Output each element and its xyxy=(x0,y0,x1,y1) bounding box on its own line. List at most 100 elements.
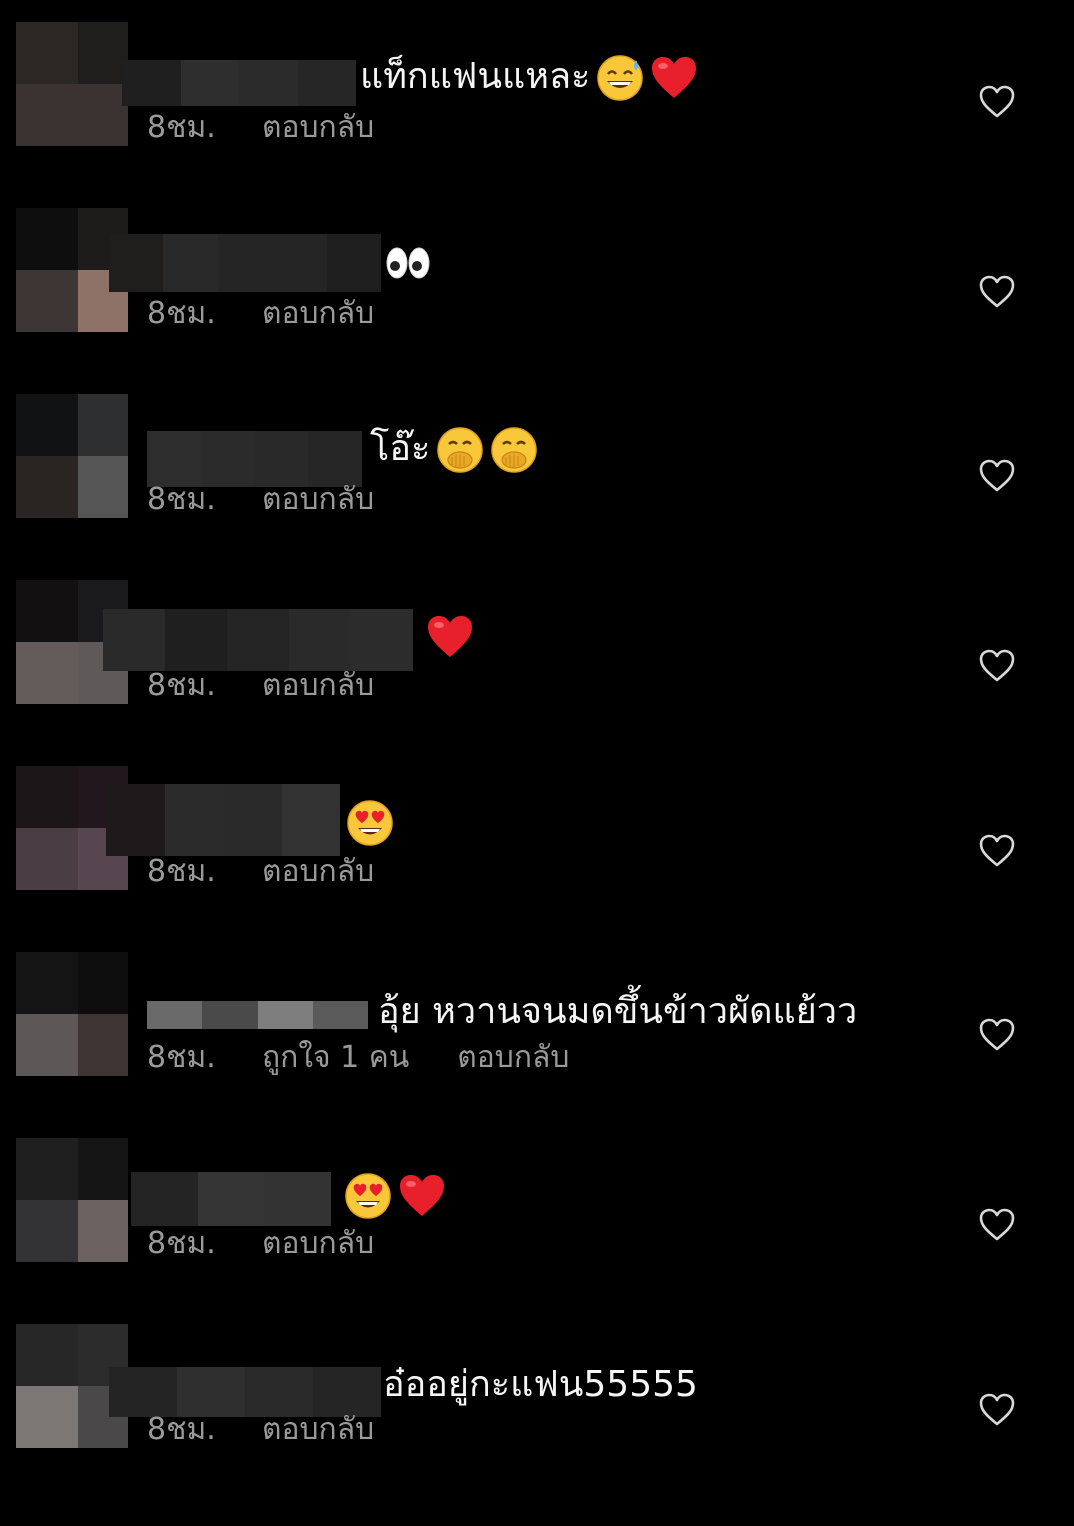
comment-item: แท็กแฟนแหละ 8ชม. ตอบกลับ xyxy=(0,0,1074,186)
comment-item: 8ชม. ตอบกลับ xyxy=(0,1116,1074,1302)
like-heart-outline-icon[interactable] xyxy=(978,648,1016,684)
like-heart-outline-icon[interactable] xyxy=(978,1392,1016,1428)
comment-meta: 8ชม. ตอบกลับ xyxy=(147,104,374,151)
username-redacted[interactable] xyxy=(106,784,340,856)
comment-timestamp: 8ชม. xyxy=(147,1226,216,1261)
avatar-blur-tile xyxy=(16,1014,78,1076)
username-blur-tile xyxy=(163,234,218,292)
comment-text: อ๋ออยู่กะแฟน55555 xyxy=(383,1362,698,1408)
emoji-red-heart xyxy=(650,55,698,101)
username-blur-tile xyxy=(257,1001,313,1029)
reply-button[interactable]: ตอบกลับ xyxy=(262,290,374,337)
username-blur-tile xyxy=(223,784,282,856)
avatar-blur-tile xyxy=(16,394,78,456)
avatar-blur-tile xyxy=(16,270,78,332)
emoji-eyes xyxy=(384,243,432,283)
comment-text xyxy=(384,239,432,285)
avatar[interactable] xyxy=(16,1138,128,1262)
reply-button[interactable]: ตอบกลับ xyxy=(262,1220,374,1267)
like-heart-outline-icon[interactable] xyxy=(978,84,1016,120)
username-blur-tile xyxy=(281,784,340,856)
comment-timestamp: 8ชม. xyxy=(147,1040,216,1075)
avatar[interactable] xyxy=(16,22,128,146)
reply-button[interactable]: ตอบกลับ xyxy=(262,848,374,895)
comment-timestamp: 8ชม. xyxy=(147,854,216,889)
avatar-blur-tile xyxy=(16,766,78,828)
like-heart-outline-icon[interactable] xyxy=(978,833,1016,869)
comment-item: อ๋ออยู่กะแฟน55555 8ชม. ตอบกลับ xyxy=(0,1302,1074,1488)
avatar-blur-tile xyxy=(16,1324,78,1386)
comment-meta: 8ชม. ตอบกลับ xyxy=(147,1220,374,1267)
reply-button[interactable]: ตอบกลับ xyxy=(262,476,374,523)
username-blur-tile xyxy=(122,60,181,106)
avatar-blur-tile xyxy=(16,1138,78,1200)
comment-timestamp: 8ชม. xyxy=(147,668,216,703)
like-count-link[interactable]: ถูกใจ 1 คน xyxy=(262,1034,409,1081)
avatar-blur-tile xyxy=(78,1200,128,1262)
emoji-face-hand-over-mouth xyxy=(436,426,484,474)
like-heart-outline-icon[interactable] xyxy=(978,1207,1016,1243)
username-redacted[interactable] xyxy=(109,234,382,292)
emoji-red-heart xyxy=(398,1173,446,1219)
avatar-blur-tile xyxy=(16,22,78,84)
username-blur-tile xyxy=(217,234,273,292)
comment-body: โอ๊ะ xyxy=(370,428,431,469)
comment-meta: 8ชม. ตอบกลับ xyxy=(147,476,374,523)
reply-button[interactable]: ตอบกลับ xyxy=(262,1406,374,1453)
username-blur-tile xyxy=(109,234,164,292)
username-blur-tile xyxy=(297,60,356,106)
comment-item: โอ๊ะ 8ชม. ตอบกลับ xyxy=(0,372,1074,558)
reply-button[interactable]: ตอบกลับ xyxy=(262,104,374,151)
username-redacted[interactable] xyxy=(122,60,356,106)
comment-meta: 8ชม. ตอบกลับ xyxy=(147,1406,374,1453)
like-heart-outline-icon[interactable] xyxy=(978,274,1016,310)
avatar-blur-tile xyxy=(16,208,78,270)
comment-text: แท็กแฟนแหละ xyxy=(360,54,698,102)
username-blur-tile xyxy=(164,784,223,856)
like-heart-outline-icon[interactable] xyxy=(978,458,1016,494)
avatar-blur-tile xyxy=(16,1200,78,1262)
comment-meta: 8ชม. ตอบกลับ xyxy=(147,290,374,337)
username-redacted[interactable] xyxy=(131,1172,332,1226)
username-blur-tile xyxy=(197,1172,265,1226)
comment-item: 8ชม. ตอบกลับ xyxy=(0,558,1074,744)
username-blur-tile xyxy=(272,234,327,292)
username-blur-tile xyxy=(106,784,165,856)
username-blur-tile xyxy=(312,1001,368,1029)
avatar[interactable] xyxy=(16,394,128,518)
comment-body: แท็กแฟนแหละ xyxy=(360,56,591,97)
avatar-blur-tile xyxy=(78,1014,128,1076)
like-heart-outline-icon[interactable] xyxy=(978,1017,1016,1053)
comment-body: อ๋ออยู่กะแฟน55555 xyxy=(383,1364,698,1405)
avatar[interactable] xyxy=(16,952,128,1076)
username-blur-tile xyxy=(180,60,239,106)
emoji-heart-eyes xyxy=(346,799,394,847)
avatar-blur-tile xyxy=(16,828,78,890)
avatar-blur-tile xyxy=(16,642,78,704)
emoji-heart-eyes xyxy=(344,1172,392,1220)
avatar-blur-tile xyxy=(78,84,128,146)
comment-meta: 8ชม. ตอบกลับ xyxy=(147,848,374,895)
comment-text xyxy=(426,613,474,660)
avatar-blur-tile xyxy=(78,1138,128,1200)
username-redacted[interactable] xyxy=(147,1001,368,1029)
reply-button[interactable]: ตอบกลับ xyxy=(262,662,374,709)
comment-item: 8ชม. ตอบกลับ xyxy=(0,744,1074,930)
emoji-red-heart xyxy=(426,614,474,660)
comment-meta: 8ชม. ถูกใจ 1 คน ตอบกลับ xyxy=(147,1034,569,1081)
username-blur-tile xyxy=(202,1001,258,1029)
avatar-blur-tile xyxy=(78,456,128,518)
avatar-blur-tile xyxy=(78,22,128,84)
avatar-blur-tile xyxy=(16,84,78,146)
comment-text xyxy=(344,1172,446,1220)
reply-button[interactable]: ตอบกลับ xyxy=(457,1034,569,1081)
comment-meta: 8ชม. ตอบกลับ xyxy=(147,662,374,709)
comment-timestamp: 8ชม. xyxy=(147,110,216,145)
comment-text: โอ๊ะ xyxy=(370,426,538,474)
comment-body: อุ้ย หวานจนมดขึ้นข้าวผัดแย้วว xyxy=(378,991,858,1032)
username-blur-tile xyxy=(239,60,298,106)
comment-item: อุ้ย หวานจนมดขึ้นข้าวผัดแย้วว 8ชม. ถูกใจ 1… xyxy=(0,930,1074,1116)
comment-item: 8ชม. ตอบกลับ xyxy=(0,186,1074,372)
username-blur-tile xyxy=(326,234,382,292)
avatar-blur-tile xyxy=(16,1386,78,1448)
